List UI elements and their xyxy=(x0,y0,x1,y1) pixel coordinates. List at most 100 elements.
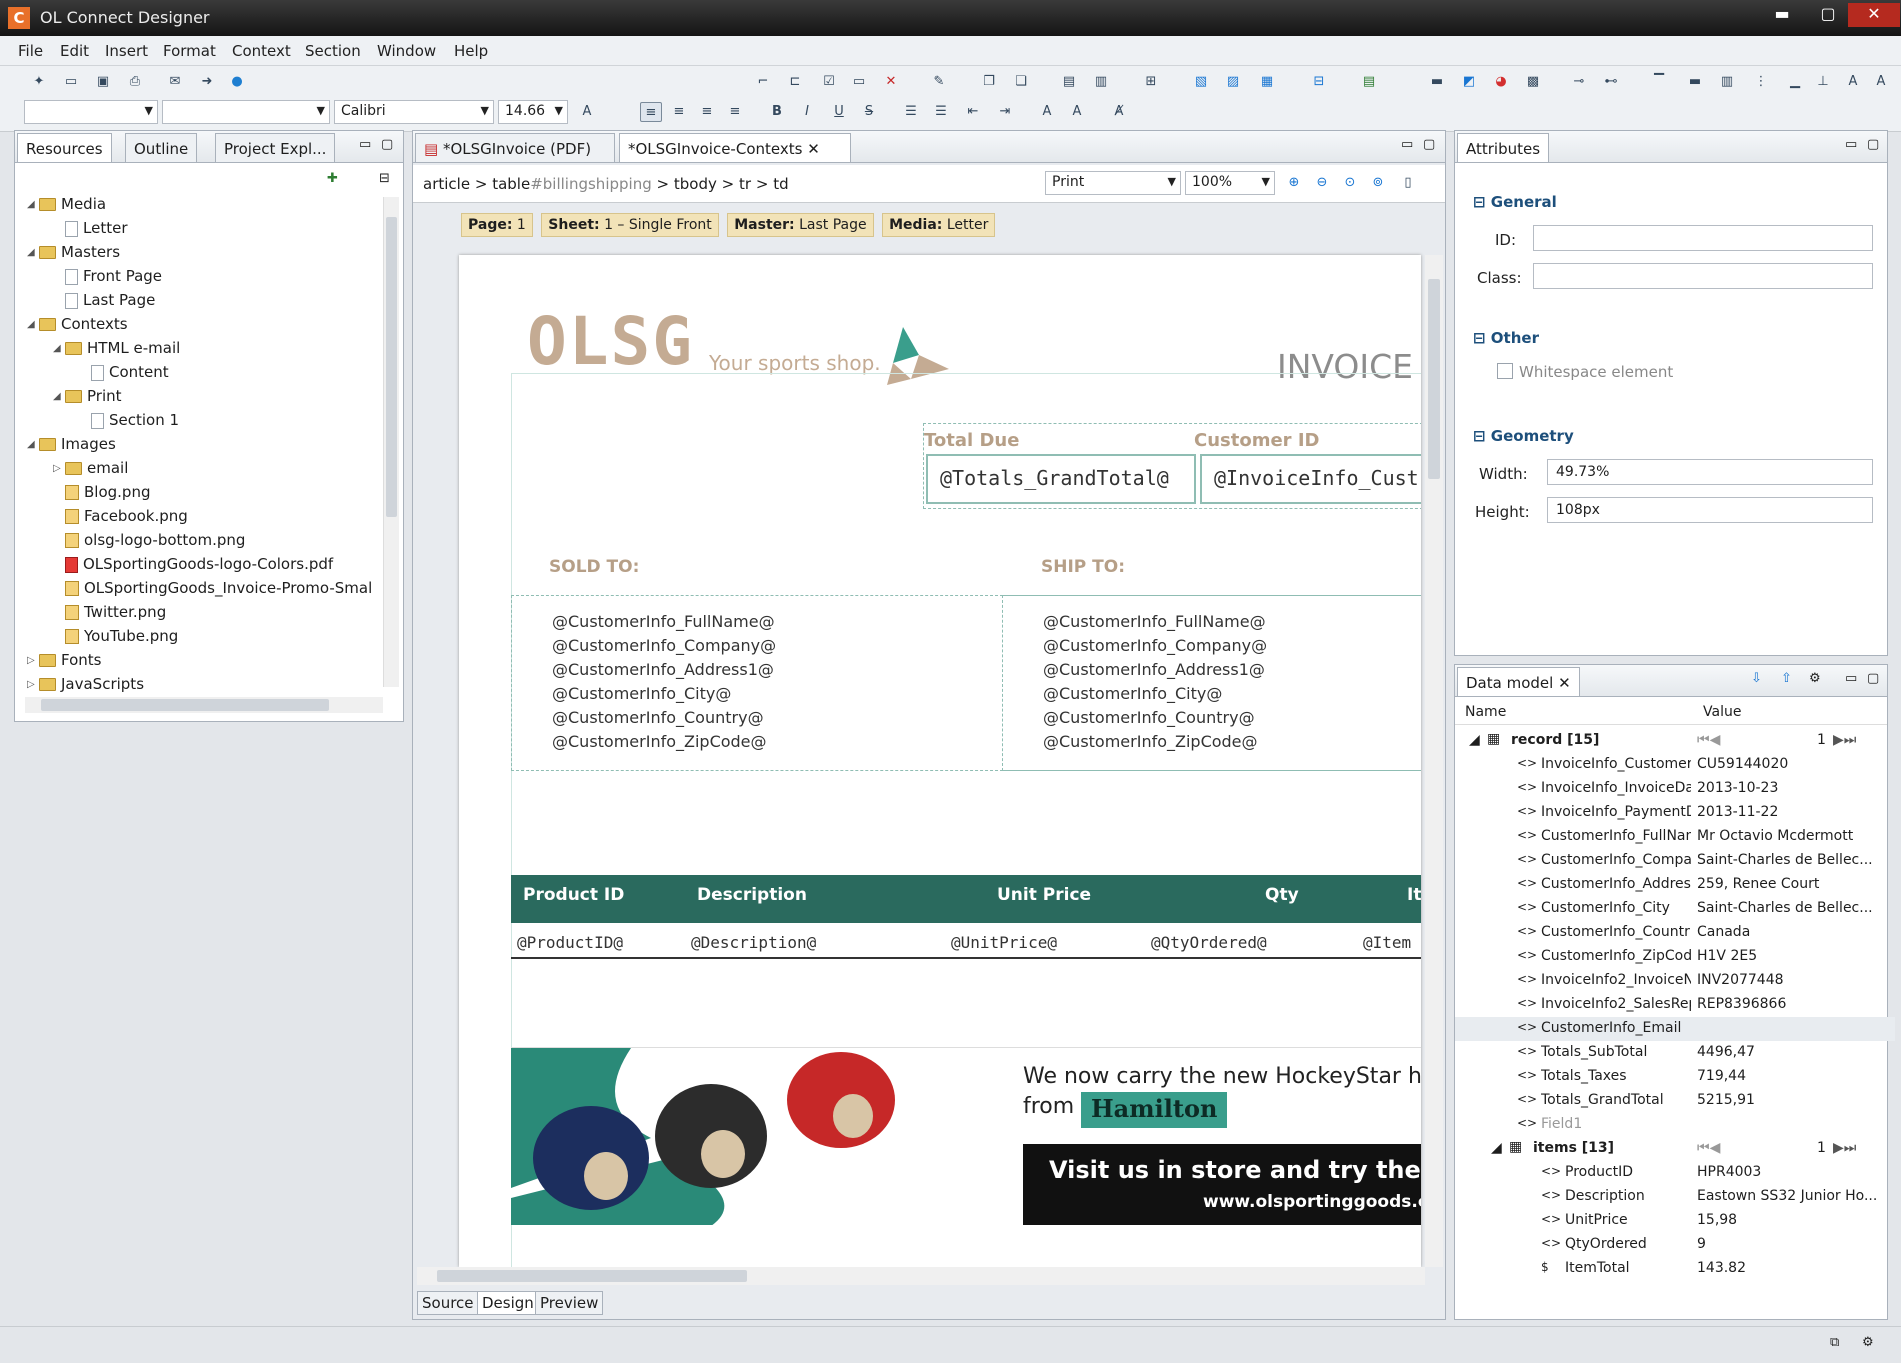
pie-chart-icon[interactable]: ◕ xyxy=(1490,72,1512,92)
subscript-icon[interactable]: A xyxy=(1066,102,1088,122)
insert-frame-icon[interactable]: ⊏ xyxy=(784,72,806,92)
align-top-icon[interactable]: ▔ xyxy=(1648,72,1670,92)
import-icon[interactable]: ⇩ xyxy=(1751,671,1762,686)
collapse-icon[interactable]: ◢ xyxy=(53,391,65,402)
maximize-view-icon[interactable]: ▢ xyxy=(1867,137,1879,152)
close-tab-icon[interactable]: ✕ xyxy=(1558,674,1571,692)
view-select[interactable]: Print ▼ xyxy=(1045,171,1181,195)
table-icon[interactable]: ⊞ xyxy=(1140,72,1162,92)
other-section-header[interactable]: ⊟ Other xyxy=(1473,329,1539,347)
font-color-icon[interactable]: A xyxy=(576,102,598,122)
grid-icon[interactable]: ⊟ xyxy=(1308,72,1330,92)
class-select[interactable]: ▼ xyxy=(162,100,330,124)
minimize-view-icon[interactable]: ▭ xyxy=(1845,137,1857,152)
delete-icon[interactable]: ✕ xyxy=(880,72,902,92)
italic-icon[interactable]: I xyxy=(796,102,818,122)
tree-item[interactable]: ▷ JavaScripts xyxy=(27,675,144,697)
address-field[interactable]: @CustomerInfo_Address1@ xyxy=(552,660,774,679)
items-row[interactable]: ◢ ▦ items [13] ⏮◀ 1 ▶⏭ xyxy=(1455,1137,1887,1161)
id-field[interactable] xyxy=(1533,225,1873,251)
crumb-td[interactable]: td xyxy=(773,175,788,193)
address-field[interactable]: @CustomerInfo_City@ xyxy=(552,684,731,703)
minimize-view-icon[interactable]: ▭ xyxy=(1845,671,1857,686)
menu-edit[interactable]: Edit xyxy=(60,42,89,60)
maximize-view-icon[interactable]: ▢ xyxy=(1423,137,1435,152)
data-field-row[interactable]: <> Field1 xyxy=(1455,1113,1895,1137)
address-field[interactable]: @CustomerInfo_FullName@ xyxy=(1043,612,1266,631)
save-icon[interactable]: ▣ xyxy=(92,72,114,92)
numbered-list-icon[interactable]: ☰ xyxy=(900,102,922,122)
status-icon-2[interactable]: ⚙ xyxy=(1862,1335,1874,1350)
open-icon[interactable]: ▭ xyxy=(60,72,82,92)
menu-help[interactable]: Help xyxy=(454,42,488,60)
style-select[interactable]: ▼ xyxy=(24,100,158,124)
tree-item[interactable]: YouTube.png xyxy=(53,627,178,649)
checkbox-icon[interactable]: ☑ xyxy=(818,72,840,92)
column-name[interactable]: Name xyxy=(1465,704,1506,720)
crumb-tbody[interactable]: tbody xyxy=(674,175,717,193)
zoom-select[interactable]: 100% ▼ xyxy=(1185,171,1275,195)
unlink-icon[interactable]: ⊷ xyxy=(1600,72,1622,92)
tab-attributes[interactable]: Attributes xyxy=(1457,133,1550,162)
page2-icon[interactable]: ▥ xyxy=(1090,72,1112,92)
items-expand-icon[interactable]: ◢ xyxy=(1491,1140,1502,1156)
data-field-row[interactable]: <> InvoiceInfo2_InvoiceN INV2077448 xyxy=(1455,969,1895,993)
insert-box-icon[interactable]: ⌐ xyxy=(752,72,774,92)
tree-item[interactable]: ◢ Images xyxy=(27,435,116,457)
data-field-row[interactable]: <> CustomerInfo_Addres 259, Renee Court xyxy=(1455,873,1895,897)
menu-insert[interactable]: Insert xyxy=(105,42,148,60)
menu-context[interactable]: Context xyxy=(232,42,291,60)
tab-preview[interactable]: Preview xyxy=(535,1291,604,1315)
address-field[interactable]: @CustomerInfo_City@ xyxy=(1043,684,1222,703)
data-field-row[interactable]: <> InvoiceInfo_PaymentD 2013-11-22 xyxy=(1455,801,1895,825)
products-table-row[interactable]: @ProductID@ @Description@ @UnitPrice@ @Q… xyxy=(511,925,1421,959)
tree-item[interactable]: olsg-logo-bottom.png xyxy=(53,531,245,553)
tab-source[interactable]: Source xyxy=(417,1291,479,1315)
scrollbar-thumb[interactable] xyxy=(386,217,397,517)
crumb-table[interactable]: table xyxy=(492,175,530,193)
data-field-row[interactable]: <> Totals_Taxes 719,44 xyxy=(1455,1065,1895,1089)
crumb-table-id[interactable]: #billingshipping xyxy=(530,175,652,193)
tree-item[interactable]: OLSportingGoods-logo-Colors.pdf xyxy=(53,555,333,577)
totals-box[interactable]: Total Due Customer ID @Totals_GrandTotal… xyxy=(923,423,1421,509)
address-field[interactable]: @CustomerInfo_ZipCode@ xyxy=(1043,732,1258,751)
menu-format[interactable]: Format xyxy=(163,42,216,60)
new-icon[interactable]: ✦ xyxy=(28,72,50,92)
maximize-button[interactable]: ▢ xyxy=(1808,3,1848,27)
tab-design[interactable]: Design xyxy=(477,1291,539,1315)
address-field[interactable]: @CustomerInfo_ZipCode@ xyxy=(552,732,767,751)
collapse-icon[interactable]: ◢ xyxy=(53,343,65,354)
layout-icon[interactable]: ▦ xyxy=(1256,72,1278,92)
link-icon[interactable]: ⊸ xyxy=(1568,72,1590,92)
globe-icon[interactable]: ● xyxy=(226,72,248,92)
justify-icon[interactable]: ≡ xyxy=(724,102,746,122)
tab-project-explorer[interactable]: Project Expl... xyxy=(215,133,336,162)
data-field-row[interactable]: <> InvoiceInfo_InvoiceDa 2013-10-23 xyxy=(1455,777,1895,801)
add-resource-icon[interactable]: ✚ xyxy=(327,171,338,186)
tree-item[interactable]: ◢ Masters xyxy=(27,243,120,265)
geometry-section-header[interactable]: ⊟ Geometry xyxy=(1473,427,1574,445)
close-tab-icon[interactable]: ✕ xyxy=(807,140,820,158)
superscript-icon[interactable]: A xyxy=(1036,102,1058,122)
zoom-in-icon[interactable]: ⊕ xyxy=(1283,173,1305,193)
email-icon[interactable]: ✉ xyxy=(164,72,186,92)
record-next-icon[interactable]: ▶⏭ xyxy=(1833,732,1856,748)
clear-format-icon[interactable]: Ⱥ xyxy=(1108,102,1130,122)
brush-icon[interactable]: ✎ xyxy=(928,72,950,92)
data-field-row[interactable]: <> Description Eastown SS32 Junior Ho... xyxy=(1455,1185,1895,1209)
data-field-row[interactable]: <> ProductID HPR4003 xyxy=(1455,1161,1895,1185)
shipping-cell[interactable]: @CustomerInfo_FullName@ @CustomerInfo_Com… xyxy=(1003,595,1421,771)
address-field[interactable]: @CustomerInfo_Company@ xyxy=(1043,636,1267,655)
columns-icon[interactable]: ▥ xyxy=(1716,72,1738,92)
record-first-icon[interactable]: ⏮◀ xyxy=(1697,732,1720,748)
copy-icon[interactable]: ❐ xyxy=(978,72,1000,92)
print-icon[interactable]: ⎙ xyxy=(124,72,146,92)
map-icon[interactable]: ◩ xyxy=(1458,72,1480,92)
address-field[interactable]: @CustomerInfo_Company@ xyxy=(552,636,776,655)
tree-scrollbar[interactable] xyxy=(383,197,399,687)
address-field[interactable]: @CustomerInfo_Country@ xyxy=(1043,708,1255,727)
data-field-row[interactable]: <> UnitPrice 15,98 xyxy=(1455,1209,1895,1233)
data-field-row[interactable]: <> CustomerInfo_Countr Canada xyxy=(1455,921,1895,945)
minimize-view-icon[interactable]: ▭ xyxy=(359,137,371,152)
collapse-icon[interactable]: ◢ xyxy=(27,199,39,210)
